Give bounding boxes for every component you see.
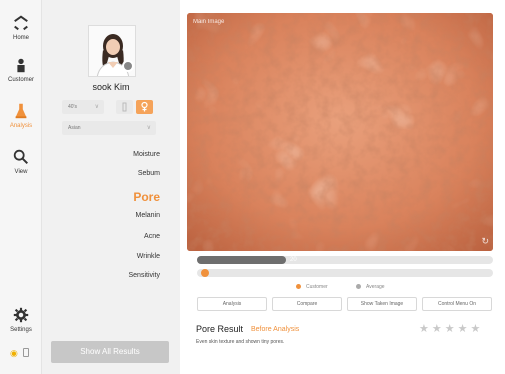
photo-settings-icon[interactable] xyxy=(122,60,134,72)
nav-analysis[interactable]: Analysis xyxy=(0,102,42,129)
legend-customer: Customer xyxy=(296,284,328,290)
main-area: Main Image ↻ 20 Customer Average Analysi… xyxy=(180,0,505,374)
rotate-icon[interactable]: ↻ xyxy=(481,236,489,247)
average-swatch xyxy=(356,284,361,289)
legend-customer-label: Customer xyxy=(306,284,328,290)
menu-moisture[interactable]: Moisture xyxy=(133,151,160,158)
nav-customer[interactable]: Customer xyxy=(0,56,42,83)
customer-name: sook Kim xyxy=(92,82,130,92)
star-icon: ★ xyxy=(419,323,432,335)
show-taken-image-button[interactable]: Show Taken Image xyxy=(347,297,417,311)
menu-wrinkle[interactable]: Wrinkle xyxy=(137,253,160,260)
female-icon xyxy=(141,101,148,112)
age-select-value: 40's xyxy=(68,104,78,110)
nav-settings-label: Settings xyxy=(10,327,32,333)
male-icon xyxy=(122,102,127,112)
home-icon xyxy=(14,15,28,31)
image-tag: Main Image xyxy=(193,19,225,25)
result-description: Even skin texture and shown tiny pores. xyxy=(196,339,285,345)
menu-melanin[interactable]: Melanin xyxy=(135,212,160,219)
customer-score-value: 20 xyxy=(290,257,297,263)
average-score-marker xyxy=(201,269,209,277)
star-icon: ★ xyxy=(457,323,471,335)
battery-icon xyxy=(22,348,29,357)
customer-score-fill xyxy=(197,256,286,264)
star-icon: ★ xyxy=(431,323,445,335)
analysis-button[interactable]: Analysis xyxy=(197,297,267,311)
skin-texture xyxy=(187,13,493,251)
customer-score-bar: 20 xyxy=(197,256,493,264)
star-icon: ★ xyxy=(444,323,458,335)
compare-button[interactable]: Compare xyxy=(272,297,342,311)
nav-analysis-label: Analysis xyxy=(9,123,33,129)
age-select[interactable]: 40's ∨ xyxy=(62,100,104,114)
legend-average: Average xyxy=(356,284,385,290)
legend-average-label: Average xyxy=(366,284,385,290)
star-icon: ★ xyxy=(470,323,484,335)
menu-acne[interactable]: Acne xyxy=(144,233,160,240)
customer-swatch xyxy=(296,284,301,289)
ethnicity-select[interactable]: Asian ∨ xyxy=(62,121,156,135)
nav-customer-label: Customer xyxy=(7,77,34,83)
result-title: Pore Result xyxy=(196,324,244,334)
gender-female-button[interactable] xyxy=(136,100,153,114)
wifi-icon: ◉ xyxy=(10,348,18,358)
menu-sensitivity[interactable]: Sensitivity xyxy=(128,272,160,279)
nav-view[interactable]: View xyxy=(0,148,42,175)
nav-view-label: View xyxy=(14,169,28,175)
analysis-icon xyxy=(15,103,27,119)
nav-home-label: Home xyxy=(12,35,29,41)
skin-image[interactable]: Main Image ↻ xyxy=(187,13,493,251)
search-icon xyxy=(13,149,29,165)
nav-settings[interactable]: Settings xyxy=(0,306,42,333)
gear-icon xyxy=(13,307,29,323)
control-menu-button[interactable]: Control Menu On xyxy=(422,297,492,311)
status-bar: ◉ xyxy=(10,348,29,359)
profile-panel: sook Kim 40's ∨ Asian ∨ Moisture Sebum P… xyxy=(42,0,180,374)
show-all-results-button[interactable]: Show All Results xyxy=(51,341,169,363)
customer-icon xyxy=(17,58,25,73)
menu-pore[interactable]: Pore xyxy=(133,190,160,204)
chevron-down-icon: ∨ xyxy=(146,125,151,131)
average-score-bar xyxy=(197,269,493,277)
result-subtitle: Before Analysis xyxy=(251,326,300,333)
chevron-down-icon: ∨ xyxy=(94,104,99,110)
menu-sebum[interactable]: Sebum xyxy=(138,170,160,177)
rating-stars: ★★★★★ xyxy=(419,322,483,335)
nav-home[interactable]: Home xyxy=(0,14,42,41)
ethnicity-select-value: Asian xyxy=(68,125,81,131)
gender-male-button[interactable] xyxy=(116,100,133,114)
nav-rail: Home Customer Analysis View Settings ◉ xyxy=(0,0,42,374)
